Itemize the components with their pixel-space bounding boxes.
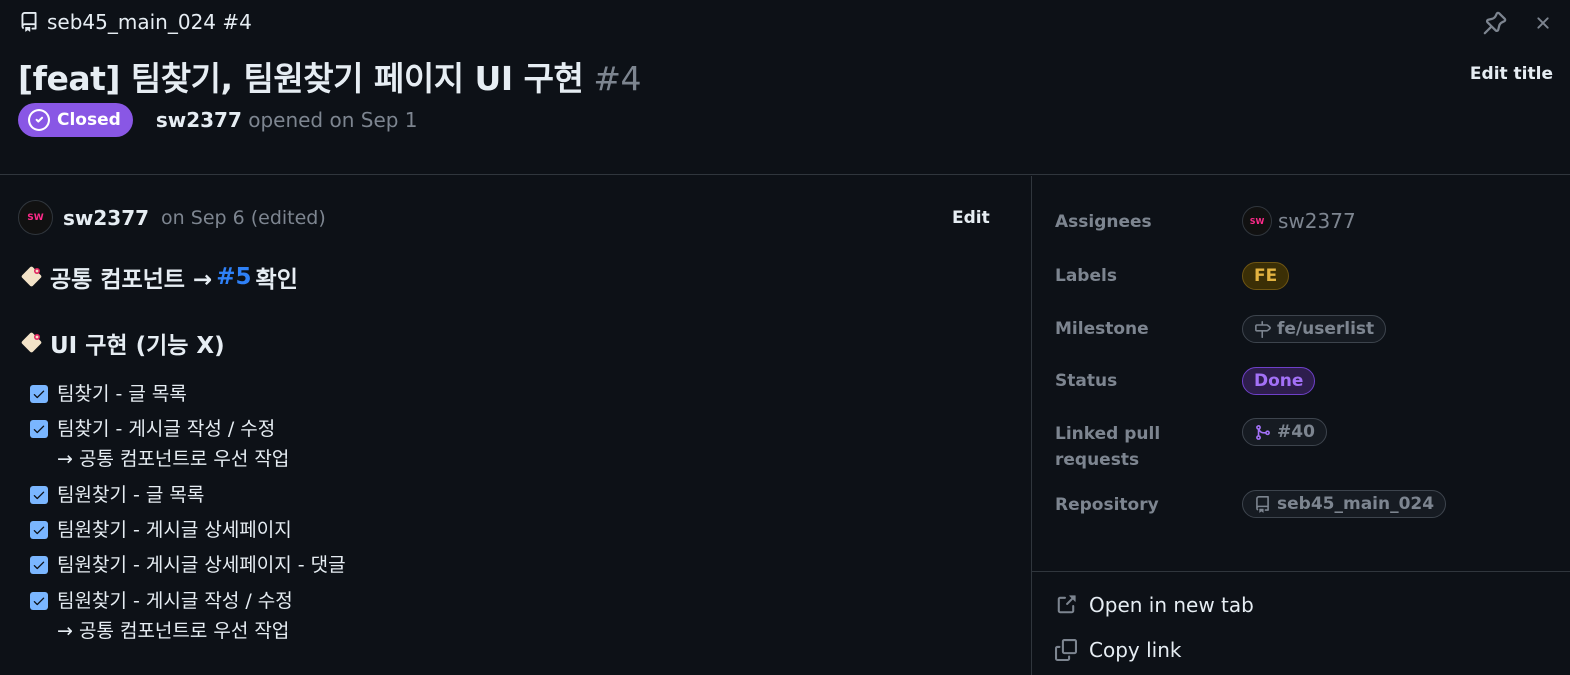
sidebar-divider [1032,571,1570,572]
milestone-icon [1255,320,1271,338]
status-badge-label: Closed [57,110,121,130]
status-done-pill: Done [1242,367,1316,395]
assignees-label: Assignees [1055,212,1152,232]
task-subtext: → 공통 컴포넌트로 우선 작업 [57,620,290,642]
task-text: 팀원찾기 - 게시글 작성 / 수정 [57,590,293,612]
external-link-icon [1057,595,1076,614]
repo-label: seb45_main_024 #4 [47,10,252,34]
task-text: 팀원찾기 - 게시글 상세페이지 - 댓글 [57,554,346,576]
repo-icon [1256,495,1269,513]
repository-text: seb45_main_024 [1277,494,1435,514]
status-label: Status [1055,371,1118,391]
linked-pr-value[interactable]: #40 [1242,418,1327,446]
task-text: 팀찾기 - 게시글 작성 / 수정 [57,418,276,440]
task-checkbox[interactable] [30,420,48,438]
linked-pr-pill: #40 [1242,418,1327,446]
task-item: 팀원찾기 - 게시글 작성 / 수정 → 공통 컴포넌트로 우선 작업 [30,586,293,646]
repo-icon [21,12,37,32]
milestone-value[interactable]: fe/userlist [1242,315,1387,343]
issue-title-text: [feat] 팀찾기, 팀원찾기 페이지 UI 구현 [18,59,584,98]
repository-label: Repository [1055,495,1159,515]
pull-request-merged-icon [1256,424,1270,440]
issue-number: #4 [593,59,641,98]
heading2-text: UI 구현 (기능 X) [50,333,225,359]
heading-common-component: 공통 컴포넌트 → #5 확인 [18,260,298,294]
task-checkbox[interactable] [30,385,48,403]
pin-icon[interactable] [1482,10,1508,36]
task-text: 팀원찾기 - 글 목록 [57,484,205,506]
copy-icon [1055,639,1077,661]
repository-value[interactable]: seb45_main_024 [1242,490,1447,518]
repository-pill: seb45_main_024 [1242,490,1447,518]
linked-pr-label: Linked pull requests [1055,424,1161,470]
labels-label: Labels [1055,266,1117,286]
open-in-new-tab-label: Open in new tab [1089,593,1254,617]
task-item: 팀찾기 - 게시글 작성 / 수정 → 공통 컴포넌트로 우선 작업 [30,414,289,474]
avatar[interactable]: SW [18,200,53,235]
heading1-before: 공통 컴포넌트 → [50,267,213,293]
heading-ui: UI 구현 (기능 X) [18,326,225,360]
tag-icon [21,266,42,287]
task-text: 팀찾기 - 글 목록 [57,383,187,405]
milestone-pill: fe/userlist [1242,315,1387,343]
comment-body: SW sw2377 on Sep 6 (edited) Edit 공통 컴포넌트… [0,176,1031,675]
opened-text: opened on Sep 1 [248,108,418,132]
close-icon[interactable] [1530,10,1556,36]
open-in-new-tab-button[interactable]: Open in new tab [1055,593,1254,617]
milestone-label: Milestone [1055,319,1149,339]
label-fe-pill: FE [1242,262,1290,290]
heading1-after: 확인 [255,267,298,293]
task-item: 팀원찾기 - 게시글 상세페이지 [30,515,292,545]
task-checkbox[interactable] [30,592,48,610]
issue-author[interactable]: sw2377 [156,108,242,132]
task-subtext: → 공통 컴포넌트로 우선 작업 [57,448,290,470]
task-checkbox[interactable] [30,521,48,539]
repo-breadcrumb[interactable]: seb45_main_024 #4 [19,10,252,34]
comment-meta: on Sep 6 (edited) [161,206,326,229]
linked-pr-text: #40 [1277,422,1315,442]
copy-link-button[interactable]: Copy link [1055,638,1181,662]
task-item: 팀원찾기 - 게시글 상세페이지 - 댓글 [30,550,346,580]
issue-header: seb45_main_024 #4 [feat] 팀찾기, 팀원찾기 페이지 U… [0,0,1570,175]
tag-icon [21,332,42,353]
task-item: 팀원찾기 - 글 목록 [30,480,204,510]
task-checkbox[interactable] [30,486,48,504]
opened-info: sw2377 opened on Sep 1 [156,108,418,132]
edit-title-button[interactable]: Edit title [1470,64,1553,84]
avatar: SW [1242,206,1272,236]
assignee-name: sw2377 [1278,209,1356,233]
status-value[interactable]: Done [1242,367,1316,395]
copy-link-label: Copy link [1089,638,1182,662]
check-circle-icon [28,109,50,131]
status-badge: Closed [18,103,133,137]
milestone-text: fe/userlist [1277,319,1375,339]
issue-sidebar: Assignees SW sw2377 Labels FE Milestone … [1032,176,1570,675]
assignee-value[interactable]: SW sw2377 [1242,206,1356,236]
comment-author[interactable]: sw2377 [63,206,149,230]
edit-comment-button[interactable]: Edit [952,208,990,228]
issue-title: [feat] 팀찾기, 팀원찾기 페이지 UI 구현 #4 [18,52,641,100]
task-item: 팀찾기 - 글 목록 [30,379,187,409]
issue-link-5[interactable]: #5 [216,264,251,290]
task-text: 팀원찾기 - 게시글 상세페이지 [57,519,292,541]
task-checkbox[interactable] [30,556,48,574]
label-fe[interactable]: FE [1242,262,1290,290]
